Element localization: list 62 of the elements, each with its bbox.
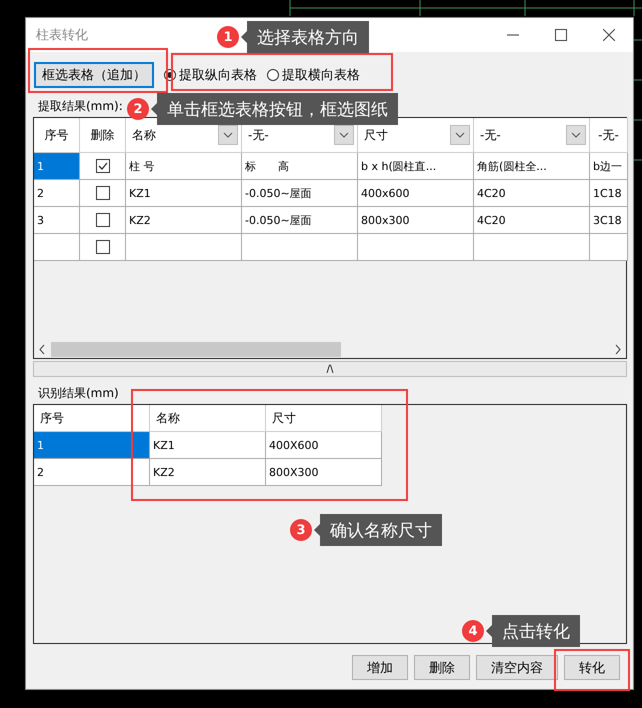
close-icon[interactable] bbox=[603, 29, 615, 41]
table-cell: KZ1 bbox=[150, 432, 266, 459]
orientation-radio[interactable]: 提取横向表格 bbox=[267, 66, 360, 84]
table-cell: 角筋(圆柱全... bbox=[474, 153, 590, 180]
table-cell: b x h(圆柱直... bbox=[358, 153, 474, 180]
row-number-cell[interactable]: 2 bbox=[34, 180, 80, 207]
row-number-cell[interactable]: 1 bbox=[34, 432, 150, 459]
maximize-icon[interactable] bbox=[555, 29, 567, 41]
column-header: 删除 bbox=[80, 118, 126, 153]
group-label: 识别结果(mm) bbox=[37, 385, 119, 402]
row-number-cell[interactable]: 2 bbox=[34, 459, 150, 486]
column-header[interactable]: -无- bbox=[474, 118, 590, 153]
delete-checkbox[interactable] bbox=[96, 159, 110, 173]
select-table-button[interactable]: 框选表格（追加） bbox=[34, 62, 154, 88]
table-cell: 800x300 bbox=[358, 207, 474, 234]
table-cell: 4C20 bbox=[474, 180, 590, 207]
step-badge: 2 bbox=[127, 98, 149, 120]
checkmark-icon bbox=[98, 162, 108, 170]
table-cell: 400x600 bbox=[358, 180, 474, 207]
table-cell: KZ2 bbox=[150, 459, 266, 486]
minimize-icon[interactable] bbox=[507, 34, 519, 36]
chevron-down-icon bbox=[571, 132, 581, 138]
group-label: 提取结果(mm): bbox=[37, 98, 123, 115]
chevron-down-icon bbox=[223, 132, 233, 138]
column-header[interactable]: 尺寸 bbox=[358, 118, 474, 153]
splitter-handle[interactable]: /\ bbox=[33, 361, 627, 377]
table-cell: 标 高 bbox=[242, 153, 358, 180]
table-cell: -0.050~屋面 bbox=[242, 207, 358, 234]
column-header: 尺寸 bbox=[266, 405, 382, 432]
callout-tooltip: 单击框选表格按钮，框选图纸 bbox=[151, 93, 398, 125]
table-cell: KZ1 bbox=[126, 180, 242, 207]
column-header: 序号 bbox=[34, 118, 80, 153]
window-title: 柱表转化 bbox=[36, 27, 88, 44]
table-cell: 3C18 bbox=[590, 207, 628, 234]
table-cell: 4C20 bbox=[474, 207, 590, 234]
table-cell: KZ2 bbox=[126, 207, 242, 234]
callout-tooltip: 选择表格方向 bbox=[241, 21, 369, 53]
column-header: 序号 bbox=[34, 405, 150, 432]
table-cell: 800X300 bbox=[266, 459, 382, 486]
table-cell: 柱 号 bbox=[126, 153, 242, 180]
table-cell: 400X600 bbox=[266, 432, 382, 459]
callout-tooltip: 点击转化 bbox=[486, 615, 580, 647]
callout-tooltip: 确认名称尺寸 bbox=[314, 514, 442, 546]
row-number-cell[interactable]: 1 bbox=[34, 153, 80, 180]
scrollbar-thumb[interactable] bbox=[51, 342, 341, 357]
delete-checkbox[interactable] bbox=[96, 186, 110, 200]
delete-checkbox[interactable] bbox=[96, 213, 110, 227]
table-cell: -0.050~屋面 bbox=[242, 180, 358, 207]
column-header: 名称 bbox=[150, 405, 266, 432]
action-button[interactable]: 清空内容 bbox=[476, 655, 558, 680]
action-button[interactable]: 删除 bbox=[414, 655, 470, 680]
orientation-radio[interactable]: 提取纵向表格 bbox=[164, 66, 257, 84]
table-cell: 1C18 bbox=[590, 180, 628, 207]
chevron-down-icon bbox=[339, 132, 349, 138]
chevron-down-icon bbox=[455, 132, 465, 138]
row-number-cell[interactable] bbox=[34, 234, 80, 261]
column-header: -无- bbox=[590, 118, 628, 153]
delete-checkbox[interactable] bbox=[96, 240, 110, 254]
table-cell: b边一 bbox=[590, 153, 628, 180]
action-button[interactable]: 增加 bbox=[352, 655, 408, 680]
row-number-cell[interactable]: 3 bbox=[34, 207, 80, 234]
action-button[interactable]: 转化 bbox=[564, 655, 620, 680]
